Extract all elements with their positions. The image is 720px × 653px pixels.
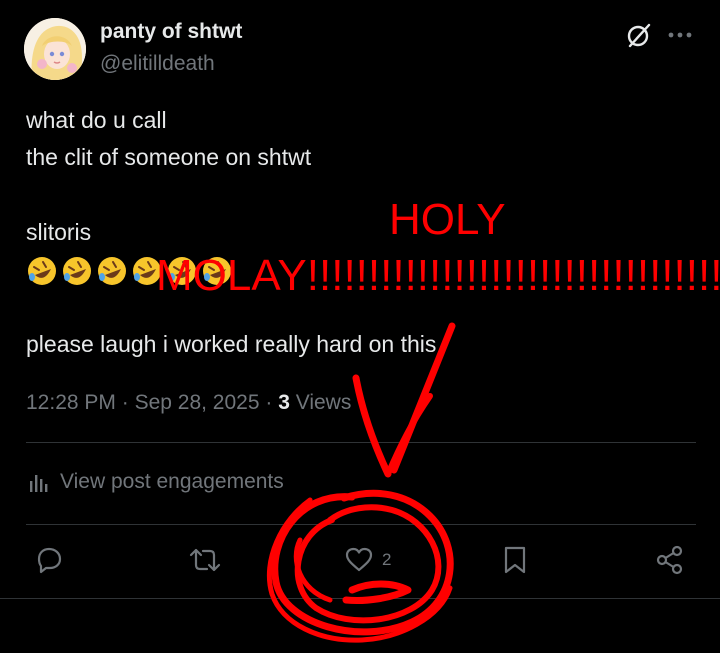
views-count: 3 (278, 391, 290, 414)
analytics-icon (30, 475, 48, 492)
divider (26, 524, 696, 525)
annotation-molay: MOLAY!!!!!!!!!!!!!!!!!!!!!!!!!!!!!!!!!!!… (156, 254, 720, 298)
post-date[interactable]: Sep 28, 2025 (135, 391, 260, 414)
view-engagements-label: View post engagements (60, 470, 284, 493)
meta-separator: · (115, 391, 135, 414)
share-icon (656, 545, 683, 575)
post-text-line-1: what do u call (26, 107, 167, 133)
reply-button[interactable] (34, 545, 64, 575)
author-display-name[interactable]: panty of shtwt (100, 20, 242, 44)
repost-icon (189, 548, 221, 572)
bottom-divider (0, 598, 720, 599)
like-button[interactable]: 2 (344, 545, 391, 575)
avatar[interactable] (24, 18, 86, 80)
like-count: 2 (382, 550, 392, 569)
more-options-icon[interactable] (666, 22, 694, 48)
bookmark-icon (504, 546, 526, 574)
reply-icon (37, 547, 62, 574)
grok-icon[interactable] (626, 22, 652, 48)
post-time[interactable]: 12:28 PM (26, 391, 116, 414)
heart-icon (345, 547, 373, 572)
post-text-line-3: slitoris (26, 219, 92, 245)
views-label: Views (289, 391, 352, 414)
divider (26, 442, 696, 443)
bookmark-button[interactable] (502, 545, 528, 575)
annotation-holy: HOLY (389, 195, 506, 244)
rofl-emoji-icon (28, 257, 56, 285)
view-engagements-button[interactable]: View post engagements (28, 470, 284, 494)
author-handle[interactable]: @elitilldeath (100, 52, 215, 76)
share-button[interactable] (655, 545, 685, 575)
repost-button[interactable] (188, 545, 222, 575)
post-text-line-2: the clit of someone on shtwt (26, 144, 312, 170)
post-text-line-4: please laugh i worked really hard on thi… (26, 331, 437, 357)
meta-separator-2: · (259, 391, 279, 414)
post-timestamp[interactable]: 12:28 PM · Sep 28, 2025 · 3 Views (26, 391, 351, 415)
